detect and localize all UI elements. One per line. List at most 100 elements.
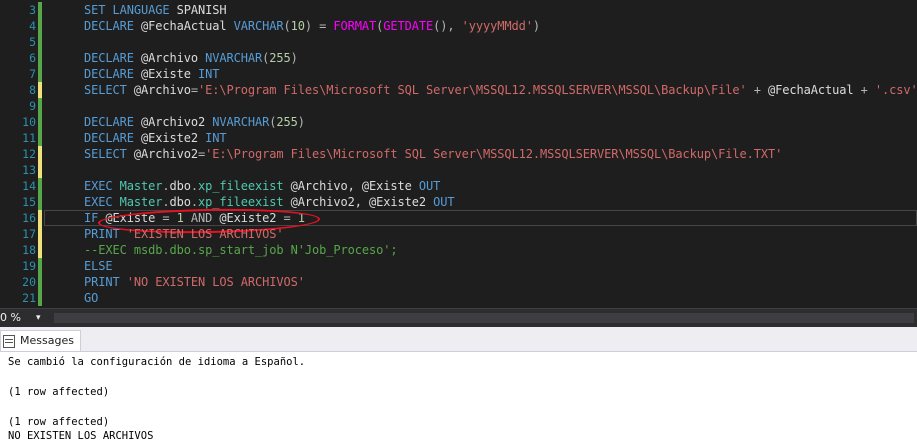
line-number: 21 <box>22 291 36 305</box>
code-line-11[interactable]: DECLARE @Existe2 INT <box>84 130 227 146</box>
op: ) <box>297 115 305 129</box>
code-line-15[interactable]: EXEC Master.dbo.xp_fileexist @Archivo2, … <box>84 194 455 210</box>
kw: NVARCHAR <box>205 51 263 65</box>
ident: @FechaActual <box>767 83 854 97</box>
sysobj: xp_fileexist <box>198 179 284 193</box>
str: '.csv' <box>874 83 917 97</box>
code-line-18[interactable]: --EXEC msdb.dbo.sp_start_job N'Job_Proce… <box>84 242 398 258</box>
change-marker-saved <box>38 2 42 82</box>
op: . <box>190 195 198 209</box>
kw: DECLARE <box>84 131 134 145</box>
sysobj: xp_fileexist <box>198 195 284 209</box>
ident: dbo <box>169 179 191 193</box>
ident: SPANISH <box>169 3 227 17</box>
zoom-level[interactable]: 0 % <box>0 311 21 324</box>
kw: DECLARE <box>84 19 134 33</box>
kw: INT <box>198 67 220 81</box>
str: 'yyyyMMdd' <box>461 19 533 33</box>
code-line-21[interactable]: GO <box>84 290 98 306</box>
code-line-7[interactable]: DECLARE @Existe INT <box>84 66 219 82</box>
code-line-3[interactable]: SET LANGUAGE SPANISH <box>84 2 227 18</box>
line-number: 4 <box>29 19 36 33</box>
op: ) <box>290 51 298 65</box>
code-line-19[interactable]: ELSE <box>84 258 113 274</box>
kw: EXEC <box>84 179 113 193</box>
messages-icon <box>3 334 15 348</box>
fn: GETDATE <box>383 19 434 33</box>
horizontal-scrollbar[interactable] <box>54 313 914 323</box>
message-line: Se cambió la configuración de idioma a E… <box>8 356 306 368</box>
kw: DECLARE <box>84 67 134 81</box>
change-marker-unsaved <box>38 210 42 226</box>
line-number: 5 <box>29 35 36 49</box>
str: 'NO EXISTEN LOS ARCHIVOS' <box>119 275 305 289</box>
kw: SELECT <box>84 83 127 97</box>
query-editor[interactable]: 3 4 5 6 7 8 9 10 11 12 13 14 15 16 17 18… <box>0 0 917 308</box>
results-tab-strip: Messages <box>0 327 917 352</box>
chevron-down-icon[interactable]: ▾ <box>36 313 41 323</box>
op: ) = <box>304 19 334 33</box>
messages-pane[interactable]: Se cambió la configuración de idioma a E… <box>0 352 917 444</box>
code-line-14[interactable]: EXEC Master.dbo.xp_fileexist @Archivo, @… <box>84 178 440 194</box>
tab-messages[interactable]: Messages <box>0 330 81 351</box>
kw: GO <box>84 291 99 305</box>
change-marker-unsaved <box>38 82 42 98</box>
op: = <box>190 83 198 97</box>
sysobj: Master <box>112 179 163 193</box>
num: 10 <box>290 19 305 33</box>
kw: NVARCHAR <box>212 115 270 129</box>
num: 255 <box>269 51 291 65</box>
kw: PRINT <box>84 227 120 241</box>
kw: EXEC <box>84 195 113 209</box>
op: . <box>162 195 170 209</box>
line-number: 17 <box>22 227 36 241</box>
sysobj: Master <box>112 195 163 209</box>
kw: PRINT <box>84 275 120 289</box>
change-marker-unsaved <box>38 146 42 178</box>
kw: VARCHAR <box>233 19 284 33</box>
kw: SET <box>84 3 106 17</box>
op: + <box>746 83 768 97</box>
kw: INT <box>205 131 227 145</box>
change-marker-saved <box>38 258 42 306</box>
line-number: 14 <box>22 179 36 193</box>
line-number: 13 <box>22 163 36 177</box>
op: . <box>190 179 198 193</box>
code-line-10[interactable]: DECLARE @Archivo2 NVARCHAR(255) <box>84 114 305 130</box>
tab-messages-label: Messages <box>20 334 74 347</box>
op: (), <box>433 19 462 33</box>
op: ) <box>532 19 540 33</box>
comment: --EXEC msdb.dbo.sp_start_job N'Job_Proce… <box>84 243 398 257</box>
num: 255 <box>276 115 298 129</box>
ident: @Existe2 <box>133 131 206 145</box>
ident: @Archivo2, @Existe2 <box>283 195 434 209</box>
code-line-6[interactable]: DECLARE @Archivo NVARCHAR(255) <box>84 50 298 66</box>
message-line: (1 row affected) <box>8 386 110 398</box>
code-line-20[interactable]: PRINT 'NO EXISTEN LOS ARCHIVOS' <box>84 274 305 290</box>
kw: ELSE <box>84 259 113 273</box>
ident: @Archivo, @Existe <box>283 179 419 193</box>
ident: @Archivo <box>133 51 206 65</box>
ident: @Archivo2 <box>133 115 213 129</box>
code-line-17[interactable]: PRINT 'EXISTEN LOS ARCHIVOS' <box>84 226 284 242</box>
fn: FORMAT <box>333 19 377 33</box>
kw: LANGUAGE <box>112 3 170 17</box>
line-number: 16 <box>22 211 36 225</box>
str: 'E:\Program Files\Microsoft SQL Server\M… <box>198 83 747 97</box>
ident: @Archivo <box>126 83 191 97</box>
ident: dbo <box>169 195 191 209</box>
line-number: 10 <box>22 115 36 129</box>
line-number: 6 <box>29 51 36 65</box>
code-line-12[interactable]: SELECT @Archivo2='E:\Program Files\Micro… <box>84 146 782 162</box>
line-number: 7 <box>29 67 36 81</box>
ident: @FechaActual <box>133 19 234 33</box>
code-line-8[interactable]: SELECT @Archivo='E:\Program Files\Micros… <box>84 82 917 98</box>
line-number: 20 <box>22 275 36 289</box>
code-line-4[interactable]: DECLARE @FechaActual VARCHAR(10) = FORMA… <box>84 18 540 34</box>
line-number: 15 <box>22 195 36 209</box>
op: . <box>162 179 170 193</box>
line-number: 11 <box>22 131 36 145</box>
line-number: 3 <box>29 3 36 17</box>
message-line: (1 row affected) <box>8 416 110 428</box>
ident: @Archivo2 <box>126 147 198 161</box>
